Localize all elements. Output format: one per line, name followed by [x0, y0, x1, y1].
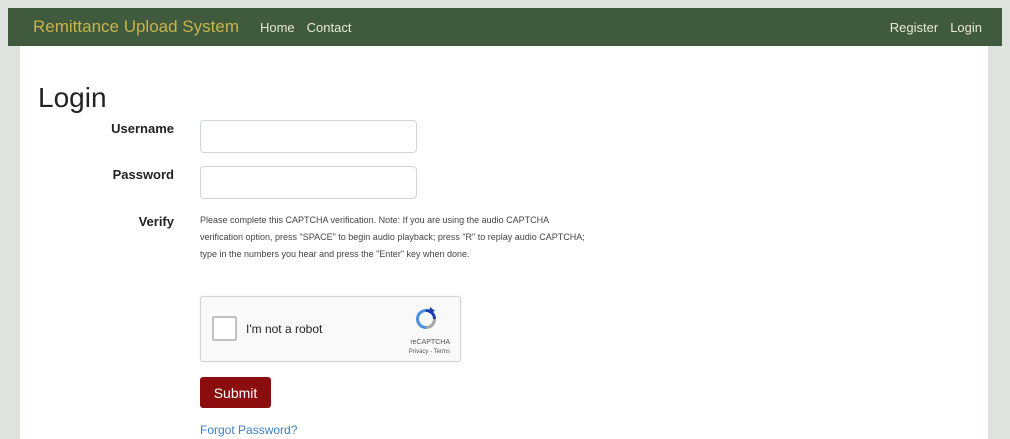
nav-contact-link[interactable]: Contact: [307, 20, 352, 35]
page-title: Login: [38, 82, 107, 113]
username-input[interactable]: [200, 120, 417, 153]
navbar: Remittance Upload System Home Contact Re…: [8, 8, 1002, 46]
captcha-checkbox[interactable]: [212, 316, 237, 341]
submit-button[interactable]: Submit: [200, 377, 271, 408]
brand-link[interactable]: Remittance Upload System: [33, 17, 239, 37]
recaptcha-widget: I'm not a robot reCAPTCHA Privacy - Term…: [200, 296, 461, 362]
main-content: Login Username Password Verify Please co…: [20, 46, 988, 439]
nav-register-link[interactable]: Register: [890, 20, 938, 35]
recaptcha-icon: [416, 307, 436, 329]
verify-label: Verify: [138, 214, 174, 229]
captcha-brand-text: reCAPTCHA: [410, 339, 450, 346]
nav-login-link[interactable]: Login: [950, 20, 982, 35]
username-label: Username: [111, 121, 174, 136]
nav-home-link[interactable]: Home: [260, 20, 295, 35]
nav-right: Register Login: [878, 8, 982, 46]
captcha-instructions: Please complete this CAPTCHA verificatio…: [200, 215, 585, 259]
password-label: Password: [112, 167, 174, 182]
captcha-label: I'm not a robot: [246, 322, 323, 336]
forgot-password-link[interactable]: Forgot Password?: [200, 423, 297, 437]
password-input[interactable]: [200, 166, 417, 199]
captcha-terms-link[interactable]: Privacy - Terms: [409, 349, 450, 355]
